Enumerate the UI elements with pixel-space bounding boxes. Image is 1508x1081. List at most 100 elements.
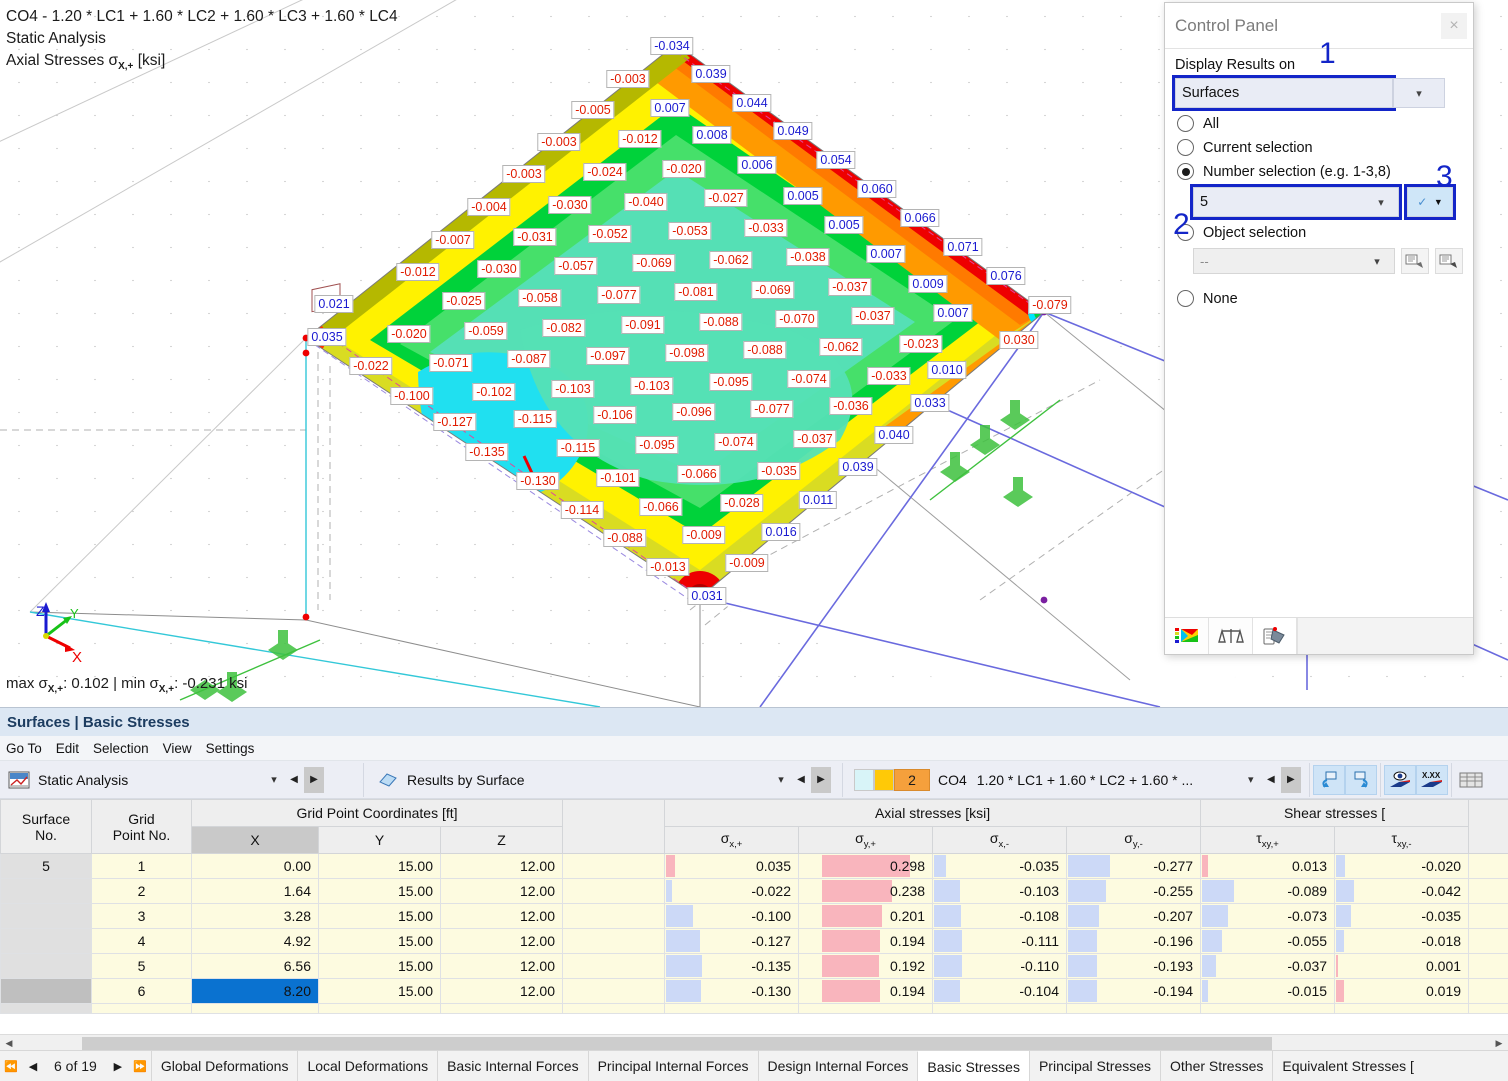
- cell-sigma-y-minus[interactable]: -0.196: [1066, 928, 1202, 954]
- radio-option-none[interactable]: None: [1177, 290, 1463, 307]
- cell-grid-point-no[interactable]: 3: [91, 903, 192, 929]
- analysis-selector-value[interactable]: Static Analysis: [32, 772, 264, 788]
- table-row[interactable]: 5 1 0.00 15.00 12.00 0.035 0.298 -0.035 -0.277 0.…: [0, 853, 1508, 879]
- radio-none-icon[interactable]: [1177, 290, 1194, 307]
- tab-other-stresses[interactable]: Other Stresses: [1160, 1051, 1273, 1081]
- chevron-down-icon[interactable]: ▾: [1370, 196, 1392, 209]
- header-coord-z[interactable]: Z: [439, 826, 564, 854]
- cell-coord-y[interactable]: 15.00: [318, 878, 441, 904]
- cell-tau-xy-minus[interactable]: -0.020: [1334, 853, 1470, 879]
- cell-tau-xy-plus[interactable]: 0.013: [1200, 853, 1336, 879]
- cell-tau-xy-minus[interactable]: -0.035: [1334, 903, 1470, 929]
- radio-current-selection-icon[interactable]: [1177, 139, 1194, 156]
- radio-option-object-selection[interactable]: Object selection: [1177, 224, 1463, 241]
- cell-sigma-x-minus[interactable]: -0.108: [932, 903, 1068, 929]
- cell-coord-z[interactable]: 12.00: [439, 878, 564, 904]
- header-coord-y[interactable]: Y: [318, 826, 441, 854]
- cell-sigma-x-plus[interactable]: -0.135: [664, 953, 800, 979]
- tab-global-deformations[interactable]: Global Deformations: [150, 1051, 298, 1081]
- cell-sigma-x-minus[interactable]: -0.110: [932, 953, 1068, 979]
- tab-local-deformations[interactable]: Local Deformations: [297, 1051, 438, 1081]
- header-sigma-y-plus[interactable]: σy,+: [798, 826, 934, 854]
- radio-number-selection-icon[interactable]: [1177, 163, 1194, 180]
- cell-sigma-y-minus[interactable]: -0.194: [1066, 978, 1202, 1004]
- cell-surface-no[interactable]: [0, 978, 92, 1004]
- cell-sigma-y-minus[interactable]: -0.255: [1066, 878, 1202, 904]
- cell-tau-xy-plus[interactable]: -0.037: [1200, 953, 1336, 979]
- cell-coord-z[interactable]: 12.00: [439, 853, 564, 879]
- header-tau-xy-minus[interactable]: τxy,-: [1334, 826, 1470, 854]
- cell-sigma-y-plus[interactable]: 0.238: [798, 878, 934, 904]
- header-surface-no[interactable]: Surface No.: [0, 799, 92, 854]
- radio-option-number-selection[interactable]: Number selection (e.g. 1-3,8): [1177, 163, 1463, 180]
- decimal-places-button[interactable]: X.XX: [1416, 764, 1448, 795]
- cell-coord-z[interactable]: 12.00: [439, 953, 564, 979]
- close-icon[interactable]: ×: [1441, 12, 1467, 39]
- case-next-button[interactable]: ▶: [1280, 766, 1301, 793]
- pick-objects-button[interactable]: [1401, 248, 1429, 274]
- header-grid-point-no[interactable]: Grid Point No.: [91, 799, 192, 854]
- cell-grid-point-no[interactable]: 5: [91, 953, 192, 979]
- cell-sigma-y-plus[interactable]: 0.194: [798, 978, 934, 1004]
- cell-coord-x[interactable]: 4.92: [191, 928, 319, 954]
- object-selection-row[interactable]: -- ▾: [1193, 248, 1463, 274]
- last-page-button[interactable]: ⏩: [129, 1051, 151, 1081]
- cell-coord-y[interactable]: 15.00: [318, 953, 441, 979]
- tab-equivalent-stresses[interactable]: Equivalent Stresses [: [1272, 1051, 1423, 1081]
- cell-sigma-y-minus[interactable]: -0.277: [1066, 853, 1202, 879]
- results-by-selector-group[interactable]: Results by Surface ▾ ◀ ▶: [367, 761, 839, 798]
- table-row[interactable]: 4 4.92 15.00 12.00 -0.127 0.194 -0.111 -0.196 -0…: [0, 928, 1508, 954]
- cell-coord-x[interactable]: 6.56: [191, 953, 319, 979]
- tab-principal-stresses[interactable]: Principal Stresses: [1028, 1051, 1161, 1081]
- cell-sigma-x-plus[interactable]: -0.022: [664, 878, 800, 904]
- cell-coord-z[interactable]: 12.00: [439, 928, 564, 954]
- number-selection-row[interactable]: 5 ▾ ✓ ▼: [1190, 184, 1463, 220]
- table-row[interactable]: 2 1.64 15.00 12.00 -0.022 0.238 -0.103 -0.255 -0…: [0, 878, 1508, 904]
- table-row[interactable]: 3 3.28 15.00 12.00 -0.100 0.201 -0.108 -0.207 -0…: [0, 903, 1508, 929]
- prev-page-button[interactable]: ◀: [22, 1051, 44, 1081]
- tab-basic-internal-forces[interactable]: Basic Internal Forces: [437, 1051, 588, 1081]
- cell-surface-no[interactable]: [0, 953, 92, 979]
- cell-sigma-x-plus[interactable]: 0.035: [664, 853, 800, 879]
- cell-tau-xy-plus[interactable]: -0.073: [1200, 903, 1336, 929]
- cell-sigma-x-minus[interactable]: -0.111: [932, 928, 1068, 954]
- case-prev-button[interactable]: ◀: [1261, 767, 1281, 793]
- color-scale-tab-button[interactable]: [1165, 618, 1209, 654]
- results-grid[interactable]: Surface No. Grid Point No. Grid Point Co…: [0, 799, 1508, 1052]
- load-case-selector-group[interactable]: 2 CO4 1.20 * LC1 + 1.60 * LC2 + 1.60 * .…: [846, 761, 1306, 798]
- analysis-next-button[interactable]: ▶: [304, 766, 324, 793]
- header-sigma-x-plus[interactable]: σx,+: [664, 826, 800, 854]
- cell-sigma-y-plus[interactable]: 0.201: [798, 903, 934, 929]
- redo-button[interactable]: [1345, 764, 1377, 795]
- next-page-button[interactable]: ▶: [107, 1051, 129, 1081]
- results-by-selector-value[interactable]: Results by Surface: [401, 772, 771, 788]
- cell-coord-x[interactable]: 0.00: [191, 853, 319, 879]
- cell-surface-no[interactable]: 5: [0, 853, 92, 879]
- table-row[interactable]: [0, 1003, 1508, 1014]
- cell-sigma-x-minus[interactable]: -0.104: [932, 978, 1068, 1004]
- cell-sigma-x-minus[interactable]: -0.103: [932, 878, 1068, 904]
- cell-grid-point-no[interactable]: 4: [91, 928, 192, 954]
- cell-tau-xy-plus[interactable]: -0.089: [1200, 878, 1336, 904]
- menu-settings[interactable]: Settings: [206, 741, 255, 756]
- show-values-button[interactable]: [1384, 764, 1416, 795]
- cell-sigma-x-plus[interactable]: -0.100: [664, 903, 800, 929]
- header-coord-x[interactable]: X: [191, 826, 319, 854]
- cell-grid-point-no[interactable]: 2: [91, 878, 192, 904]
- cell-sigma-y-plus[interactable]: 0.192: [798, 953, 934, 979]
- cell-sigma-x-plus[interactable]: -0.130: [664, 978, 800, 1004]
- cell-coord-y[interactable]: 15.00: [318, 978, 441, 1004]
- results-by-next-button[interactable]: ▶: [811, 766, 831, 793]
- cell-coord-y[interactable]: 15.00: [318, 903, 441, 929]
- analysis-prev-button[interactable]: ◀: [284, 767, 304, 793]
- radio-option-current-selection[interactable]: Current selection: [1177, 139, 1463, 156]
- cell-tau-xy-minus[interactable]: -0.042: [1334, 878, 1470, 904]
- table-row[interactable]: 5 6.56 15.00 12.00 -0.135 0.192 -0.110 -0.193 -0…: [0, 953, 1508, 979]
- table-grid-button[interactable]: [1455, 764, 1487, 795]
- cell-sigma-y-minus[interactable]: -0.193: [1066, 953, 1202, 979]
- table-tab-bar[interactable]: ⏪ ◀ 6 of 19 ▶ ⏩ Global Deformations Local…: [0, 1050, 1508, 1081]
- cell-coord-x[interactable]: 8.20: [191, 978, 319, 1004]
- menu-edit[interactable]: Edit: [56, 741, 79, 756]
- display-results-on-select[interactable]: Surfaces: [1172, 75, 1396, 111]
- cell-coord-y[interactable]: 15.00: [318, 853, 441, 879]
